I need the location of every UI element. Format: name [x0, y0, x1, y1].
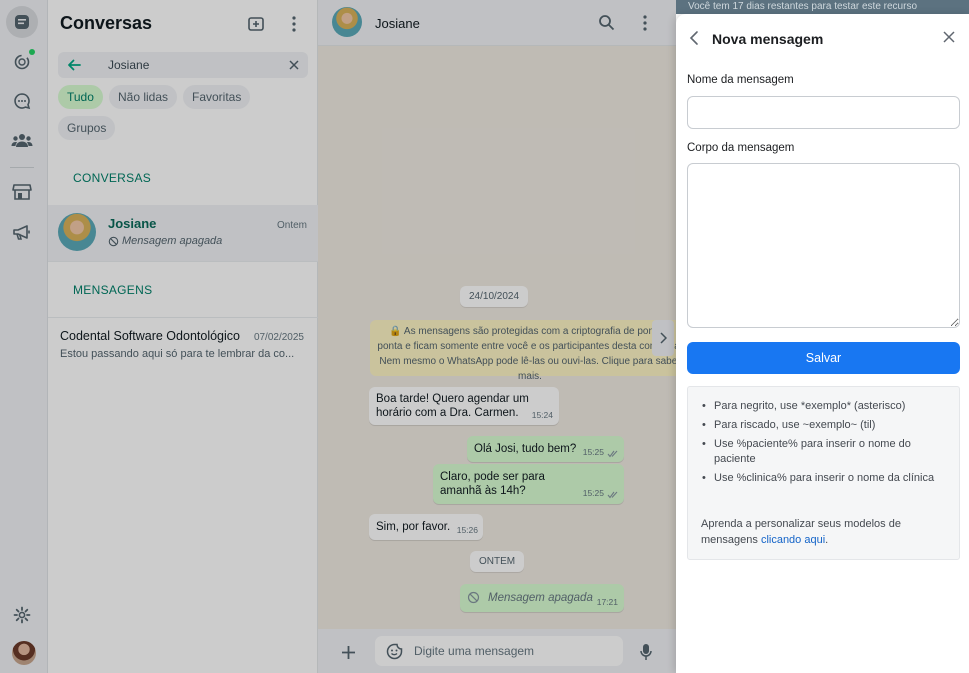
modal-backdrop[interactable]: [0, 0, 676, 673]
tip-item: Para negrito, use *exemplo* (asterisco): [702, 399, 947, 414]
tip-item: Para riscado, use ~exemplo~ (til): [702, 418, 947, 433]
message-body-label: Corpo da mensagem: [687, 142, 795, 154]
trial-banner: Você tem 17 dias restantes para testar e…: [676, 0, 969, 14]
chevron-left-icon[interactable]: [688, 30, 702, 51]
close-icon[interactable]: [942, 30, 956, 49]
drawer-title: Nova mensagem: [712, 31, 824, 47]
learn-more-link[interactable]: clicando aqui: [761, 534, 825, 546]
message-name-label: Nome da mensagem: [687, 74, 794, 86]
formatting-tips: Para negrito, use *exemplo* (asterisco) …: [687, 386, 960, 560]
new-message-drawer: Nova mensagem Nome da mensagem Corpo da …: [676, 14, 969, 673]
tips-list: Para negrito, use *exemplo* (asterisco) …: [702, 399, 947, 490]
message-body-field[interactable]: [687, 163, 960, 328]
tip-item: Use %paciente% para inserir o nome do pa…: [702, 437, 947, 467]
tip-item: Use %clinica% para inserir o nome da clí…: [702, 471, 947, 486]
app-window: Conversas Josiane Tudo Não lidas Favorit…: [0, 0, 969, 673]
message-name-field[interactable]: [687, 96, 960, 129]
tips-footer-end: .: [825, 534, 829, 546]
tips-footer: Aprenda a personalizar seus modelos de m…: [701, 516, 951, 548]
save-button[interactable]: Salvar: [687, 342, 960, 374]
trial-banner-text: Você tem 17 dias restantes para testar e…: [688, 1, 918, 12]
